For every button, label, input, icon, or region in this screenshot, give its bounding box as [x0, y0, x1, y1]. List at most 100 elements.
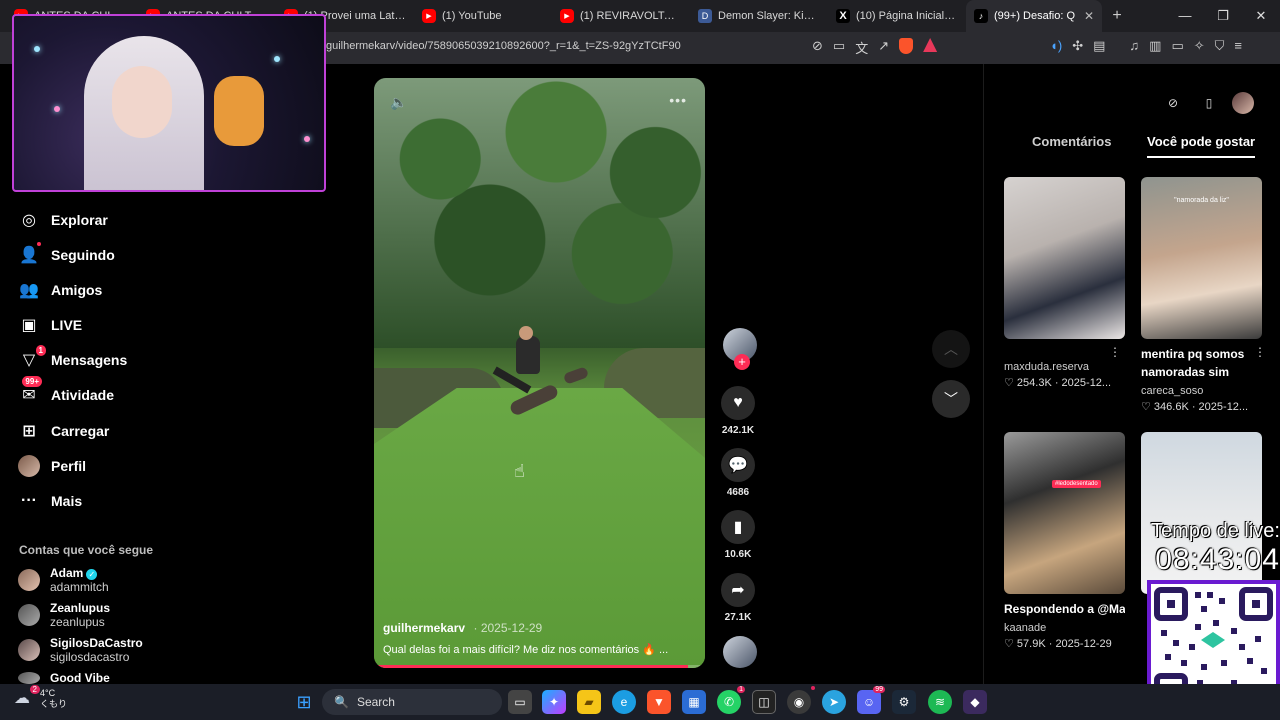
activity-icon: ✉ 99+: [18, 376, 42, 406]
share-icon[interactable]: ↗: [878, 38, 889, 57]
video-progress-fill: [374, 665, 689, 668]
menu-icon[interactable]: ≡: [1234, 38, 1242, 54]
more-icon[interactable]: ⋮: [1109, 345, 1121, 359]
minimize-icon[interactable]: —: [1166, 8, 1204, 24]
task-view-icon[interactable]: ▭: [508, 690, 532, 714]
tab-suggested[interactable]: Você pode gostar: [1147, 134, 1256, 158]
following-account[interactable]: Zeanlupus zeanlupus: [18, 601, 178, 629]
account-name: Adam: [50, 566, 84, 580]
follow-plus-icon[interactable]: +: [734, 354, 750, 370]
account-username: zeanlupus: [50, 615, 105, 629]
copilot-icon[interactable]: ✦: [542, 690, 566, 714]
music-avatar[interactable]: [718, 636, 762, 668]
share-arrow-icon: ➦: [721, 573, 755, 607]
close-tab-icon[interactable]: ✕: [1080, 9, 1094, 23]
nav-label: Seguindo: [51, 247, 115, 263]
video-description[interactable]: Qual delas foi a mais difícil? Me diz no…: [383, 643, 693, 656]
tab-7-active[interactable]: ♪ (99+) Desafio: Q ✕: [966, 0, 1102, 32]
card-username: maxduda.reserva: [1004, 361, 1089, 373]
windows-start-icon[interactable]: ⊞: [292, 690, 316, 714]
video-author[interactable]: guilhermekarv: [383, 621, 465, 635]
sidebar-icon[interactable]: ▥: [1149, 38, 1161, 54]
tab-title: (99+) Desafio: Q: [994, 10, 1076, 22]
video-progress-bar[interactable]: [374, 665, 705, 668]
upload-icon: ⊞: [22, 423, 36, 440]
more-icon[interactable]: ⋮: [1254, 345, 1266, 359]
nav-mais[interactable]: ··· Mais: [18, 486, 178, 516]
nav-atividade[interactable]: ✉ 99+ Atividade: [18, 376, 178, 410]
vpn-icon[interactable]: ⛉: [1215, 38, 1225, 54]
user-avatar[interactable]: [1232, 92, 1254, 114]
brave-shield-icon[interactable]: [899, 38, 914, 54]
leo-icon[interactable]: ✧: [1194, 38, 1205, 54]
following-account[interactable]: Adam ✓ adammitch: [18, 566, 178, 594]
maximize-icon[interactable]: ❐: [1204, 8, 1242, 24]
decor-light: [304, 136, 310, 142]
address-actions: ⊘ ▭ 文 ↗ 1: [812, 38, 938, 57]
mute-site-icon[interactable]: ⊘: [812, 38, 823, 57]
obs-icon[interactable]: ◉: [787, 686, 815, 714]
tab-3[interactable]: (1) YouTube: [414, 0, 552, 32]
nav-perfil[interactable]: Perfil: [18, 451, 178, 481]
next-video-button[interactable]: ﹀: [932, 380, 970, 418]
file-explorer-icon[interactable]: ▰: [577, 690, 601, 714]
nav-mensagens[interactable]: ▽ 1 Mensagens: [18, 345, 178, 375]
extensions-icon[interactable]: ✣: [1072, 38, 1083, 54]
following-account[interactable]: SigilosDaCastro sigilosdacastro: [18, 636, 178, 664]
app-icon[interactable]: ◆: [963, 690, 987, 714]
wallet-card-icon[interactable]: ▭: [1171, 38, 1183, 54]
whatsapp-icon[interactable]: ✆ 1: [717, 686, 745, 714]
telegram-icon[interactable]: ➤: [822, 690, 846, 714]
taskbar-search[interactable]: 🔍 Search: [322, 689, 502, 715]
wallet-icon[interactable]: ◖): [1050, 38, 1062, 54]
nav-explorar[interactable]: ◎ Explorar: [18, 205, 178, 235]
author-avatar-button[interactable]: +: [718, 328, 762, 370]
nav-amigos[interactable]: 👥 Amigos: [18, 275, 178, 305]
cast-icon[interactable]: ▭: [833, 38, 845, 57]
new-tab-button[interactable]: +: [1102, 7, 1132, 25]
thumbnail-tag: #ledodesentado: [1052, 480, 1101, 488]
coin-icon[interactable]: ⊘: [1160, 92, 1186, 114]
previous-video-button[interactable]: ︿: [932, 330, 970, 368]
translate-icon[interactable]: 文: [855, 38, 868, 57]
spotify-icon[interactable]: ≋: [928, 690, 952, 714]
save-button[interactable]: ▮ 10.6K: [716, 510, 760, 560]
weather-widget[interactable]: ☁ 2 4°C くもり: [14, 685, 67, 710]
toolbar-actions: ◖) ✣ ▤ ♫ ▥ ▭ ✧ ⛉ ≡: [1050, 38, 1242, 54]
more-options-icon[interactable]: •••: [669, 92, 687, 108]
close-window-icon[interactable]: ✕: [1242, 8, 1280, 24]
plush-toy: [214, 76, 264, 146]
device-icon[interactable]: ▯: [1196, 92, 1222, 114]
tab-4[interactable]: (1) REVIRAVOLTA! CASA: [552, 0, 690, 32]
tab-comments[interactable]: Comentários: [1032, 134, 1111, 158]
url-field[interactable]: guilhermekarv/video/7589065039210892600?…: [326, 40, 681, 52]
discord-icon[interactable]: ☺ 99: [857, 686, 885, 714]
store-icon[interactable]: ▦: [682, 690, 706, 714]
suggested-video-card[interactable]: #ledodesentado Respondendo a @Maria Clar…: [1004, 432, 1125, 650]
nav-carregar[interactable]: ⊞ Carregar: [18, 416, 178, 446]
edge-icon[interactable]: e: [612, 690, 636, 714]
suggested-video-card[interactable]: "namorada da liz" mentira pq somos namor…: [1141, 177, 1266, 413]
nav-seguindo[interactable]: 👤 Seguindo: [18, 240, 178, 270]
media-icon[interactable]: ♫: [1129, 38, 1139, 54]
account-name: SigilosDaCastro: [50, 636, 143, 650]
nav-live[interactable]: ▣ LIVE: [18, 310, 178, 340]
video-player[interactable]: 🔈 ••• guilhermekarv · 2025-12-29 Qual de…: [374, 78, 705, 668]
like-button[interactable]: ♥ 242.1K: [716, 386, 760, 436]
steam-icon[interactable]: ⚙: [892, 690, 916, 714]
reading-list-icon[interactable]: ▤: [1093, 38, 1105, 54]
brave-rewards-icon[interactable]: 1: [923, 38, 938, 52]
following-account[interactable]: Good Vibe: [18, 671, 178, 685]
comment-button[interactable]: 💬 4686: [716, 448, 760, 498]
brave-icon[interactable]: ▼: [647, 690, 671, 714]
card-username: kaanade: [1004, 622, 1047, 634]
share-button[interactable]: ➦ 27.1K: [716, 573, 760, 623]
capcut-icon[interactable]: ◫: [752, 690, 776, 714]
volume-icon[interactable]: 🔈: [390, 94, 407, 111]
tiktok-icon: ♪: [974, 9, 988, 23]
suggested-video-card[interactable]: maxduda.reserva ♡ 254.3K · 2025-12... ⋮: [1004, 177, 1125, 389]
tab-5[interactable]: D Demon Slayer: Kimetsu: [690, 0, 828, 32]
dot-badge: [37, 242, 41, 246]
video-person-head: [519, 326, 533, 340]
tab-6[interactable]: X (10) Página Inicial / X: [828, 0, 966, 32]
